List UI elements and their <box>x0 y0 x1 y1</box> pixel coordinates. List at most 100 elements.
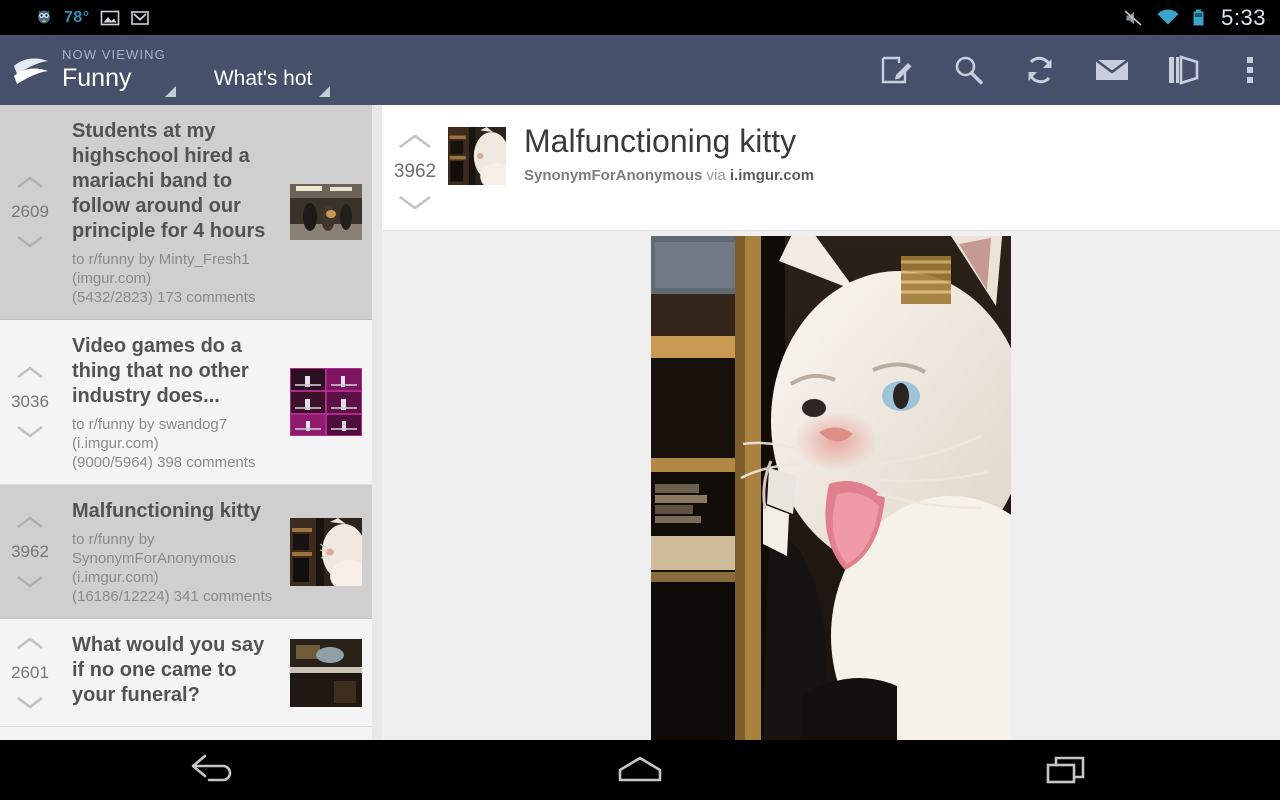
upvote-button[interactable] <box>15 364 45 382</box>
wifi-icon <box>1156 8 1180 28</box>
detail-vote-column: 3962 <box>382 119 448 215</box>
detail-via-label: via <box>706 167 726 184</box>
post-score: 2601 <box>11 662 49 682</box>
search-button[interactable] <box>932 35 1004 105</box>
downvote-button[interactable] <box>15 572 45 590</box>
post-meta-author-name: SynonymForAnonymous <box>72 550 237 567</box>
screen: 78° 5:33 NOW VIEWING Funny What's hot 26… <box>0 0 1280 800</box>
mail-icon <box>1094 55 1130 85</box>
downvote-button[interactable] <box>15 422 45 440</box>
post-thumbnail[interactable] <box>290 105 372 319</box>
refresh-button[interactable] <box>1004 35 1076 105</box>
detail-upvote-button[interactable] <box>395 129 435 155</box>
post-score: 3036 <box>11 392 49 411</box>
detail-downvote-button[interactable] <box>395 189 435 215</box>
detail-score: 3962 <box>393 161 437 182</box>
sort-caret-icon <box>319 86 331 97</box>
detail-title: Malfunctioning kitty <box>524 123 797 159</box>
post-body[interactable]: Malfunctioning kitty to r/funny by Synon… <box>60 485 290 618</box>
book-icon <box>1166 54 1202 86</box>
malfunctioning-kitty-photo[interactable] <box>651 236 1011 740</box>
post-thumbnail[interactable] <box>290 320 372 484</box>
subreddit-spinner[interactable]: NOW VIEWING Funny <box>62 35 186 105</box>
gallery-icon <box>100 8 120 28</box>
post-detail-pane: 3962 Malfunctioning kitty SynonymForAnon… <box>382 105 1280 740</box>
downvote-button[interactable] <box>15 232 45 250</box>
vote-column: 3036 <box>0 320 60 484</box>
refresh-icon <box>1023 53 1057 87</box>
post-meta-comments: (9000/5964) 398 comments <box>72 454 256 471</box>
app-logo-icon[interactable] <box>0 35 62 105</box>
android-navigation-bar <box>0 740 1280 800</box>
post-meta-domain: (i.imgur.com) <box>72 435 159 452</box>
recents-icon <box>1042 753 1092 787</box>
mariachi-band-thumbnail <box>290 184 362 240</box>
saved-button[interactable] <box>1148 35 1220 105</box>
post-meta-comments: (5432/2823) 173 comments <box>72 289 256 306</box>
compose-button[interactable] <box>860 35 932 105</box>
post-score: 2609 <box>11 202 49 221</box>
clock: 5:33 <box>1221 4 1266 30</box>
detail-subtitle: SynonymForAnonymous via i.imgur.com <box>524 167 1280 184</box>
home-icon <box>612 753 668 787</box>
back-icon <box>187 753 239 787</box>
spinner-caret-icon <box>164 86 176 97</box>
detail-domain[interactable]: i.imgur.com <box>730 167 814 184</box>
post-thumbnail[interactable] <box>290 619 372 726</box>
stage-grid-thumbnail <box>290 368 362 436</box>
compose-icon <box>879 53 913 87</box>
gmail-icon <box>130 8 150 28</box>
list-item[interactable]: 3036 Video games do a thing that no othe… <box>0 320 372 485</box>
overflow-button[interactable] <box>1220 35 1280 105</box>
post-meta-author: to r/funny by swandog7 <box>72 416 228 433</box>
messages-button[interactable] <box>1076 35 1148 105</box>
list-item[interactable]: 2609 Students at my highschool hired a m… <box>0 105 372 320</box>
downvote-button[interactable] <box>15 693 45 711</box>
detail-author: SynonymForAnonymous <box>524 167 703 184</box>
overflow-menu-icon <box>1245 54 1255 86</box>
now-viewing-label: NOW VIEWING <box>62 47 166 62</box>
funeral-thumbnail <box>290 638 362 707</box>
post-body[interactable]: Students at my highschool hired a mariac… <box>60 105 290 319</box>
vote-column: 3962 <box>0 485 60 618</box>
cat-thumbnail <box>290 517 362 586</box>
app-action-bar: NOW VIEWING Funny What's hot <box>0 35 1280 105</box>
detail-thumbnail[interactable] <box>448 127 506 185</box>
mute-icon <box>1122 8 1144 28</box>
content-area: 2609 Students at my highschool hired a m… <box>0 105 1280 740</box>
twitter-bird-icon <box>34 8 54 28</box>
status-system-icons: 5:33 <box>1122 5 1280 31</box>
battery-icon <box>1192 8 1205 28</box>
upvote-button[interactable] <box>15 514 45 532</box>
vote-column: 2601 <box>0 619 60 726</box>
post-title: What would you say if no one came to you… <box>72 634 265 706</box>
list-item[interactable]: 3962 Malfunctioning kitty to r/funny by … <box>0 485 372 619</box>
upvote-button[interactable] <box>15 635 45 653</box>
detail-header: 3962 Malfunctioning kitty SynonymForAnon… <box>382 105 1280 230</box>
post-score: 3962 <box>11 541 49 561</box>
detail-text-column: Malfunctioning kitty SynonymForAnonymous… <box>524 119 1280 184</box>
post-meta-domain: (i.imgur.com) <box>72 569 159 586</box>
home-button[interactable] <box>427 753 854 787</box>
temperature-indicator: 78° <box>64 8 90 26</box>
detail-image-container[interactable] <box>382 230 1280 740</box>
sort-spinner[interactable]: What's hot <box>196 35 341 105</box>
post-body[interactable]: What would you say if no one came to you… <box>60 619 290 726</box>
post-list[interactable]: 2609 Students at my highschool hired a m… <box>0 105 372 740</box>
post-title: Malfunctioning kitty <box>72 500 261 522</box>
post-thumbnail[interactable] <box>290 485 372 618</box>
upvote-button[interactable] <box>15 174 45 192</box>
post-title: Students at my highschool hired a mariac… <box>72 120 266 242</box>
post-meta-comments: (16186/12224) 341 comments <box>72 588 273 605</box>
status-notifications: 78° <box>0 8 150 28</box>
post-meta-domain: (imgur.com) <box>72 270 152 287</box>
post-body[interactable]: Video games do a thing that no other ind… <box>60 320 290 484</box>
sort-label: What's hot <box>213 67 313 90</box>
list-item[interactable]: 2601 What would you say if no one came t… <box>0 619 372 727</box>
post-meta-author: to r/funny by <box>72 531 155 548</box>
recents-button[interactable] <box>853 753 1280 787</box>
search-icon <box>951 53 985 87</box>
list-detail-divider <box>372 105 382 740</box>
subreddit-name: Funny <box>62 64 132 92</box>
back-button[interactable] <box>0 753 427 787</box>
